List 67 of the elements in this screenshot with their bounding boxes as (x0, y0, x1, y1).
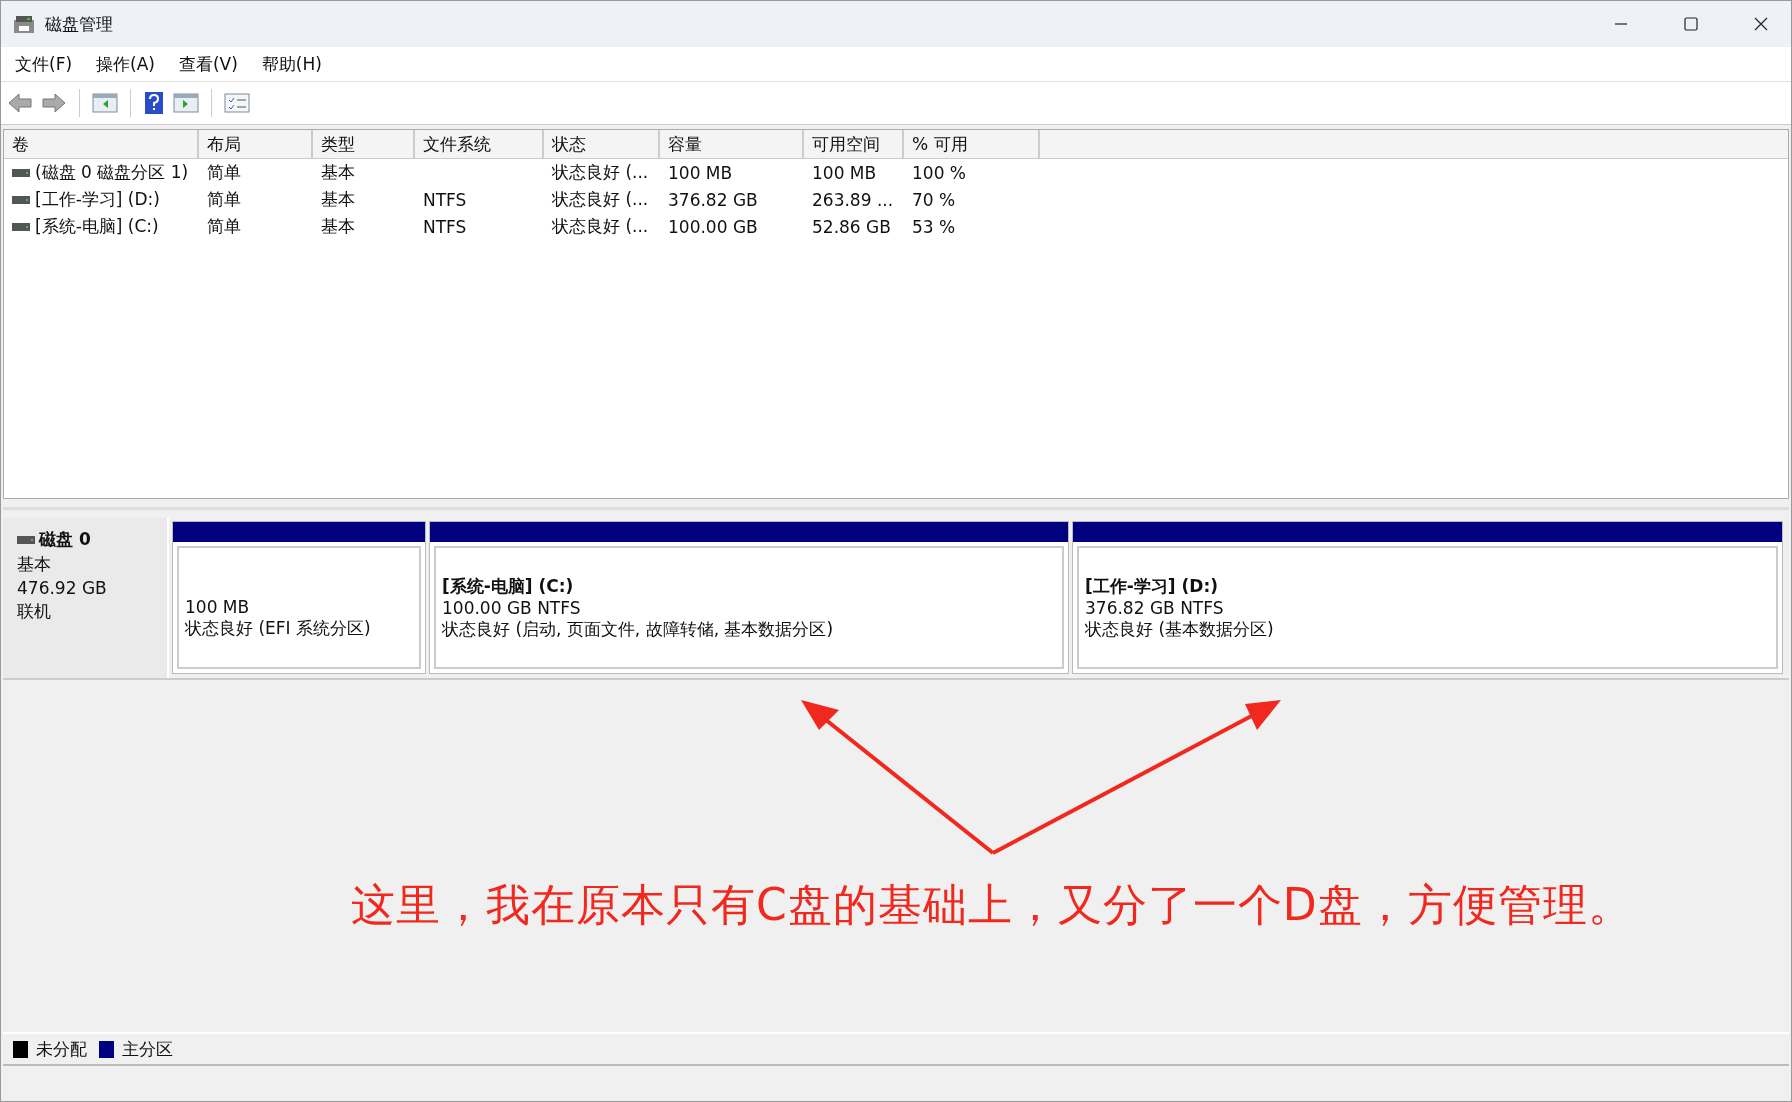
partition-status: 状态良好 (启动, 页面文件, 故障转储, 基本数据分区) (442, 617, 835, 641)
partition-size: 100.00 GB NTFS (442, 597, 582, 618)
table-cell: [工作-学习] (D:) (35, 188, 160, 211)
table-cell: 263.89 ... (812, 189, 894, 210)
table-cell: (磁盘 0 磁盘分区 1) (35, 161, 189, 184)
table-cell: 53 % (912, 216, 956, 237)
partition-block[interactable]: [工作-学习] (D:) 376.82 GB NTFS 状态良好 (基本数据分区) (1072, 521, 1783, 674)
close-icon[interactable] (1753, 16, 1769, 32)
column-header[interactable]: 文件系统 (415, 130, 544, 158)
column-header[interactable]: 布局 (199, 130, 313, 158)
back-arrow-icon[interactable] (7, 92, 33, 114)
table-cell: [系统-电脑] (C:) (35, 215, 159, 238)
table-cell: 基本 (321, 216, 355, 236)
drive-icon (12, 195, 30, 204)
menu-item[interactable]: 帮助(H) (261, 52, 322, 76)
drive-icon (17, 535, 35, 544)
legend-label: 主分区 (122, 1037, 173, 1061)
table-cell: 70 % (912, 189, 956, 210)
disk-status: 联机 (17, 600, 52, 623)
column-header[interactable]: 可用空间 (804, 130, 904, 158)
legend-label: 未分配 (36, 1037, 87, 1061)
table-cell: 100 MB (812, 162, 877, 183)
menu-item[interactable]: 操作(A) (96, 52, 155, 76)
table-cell: 52.86 GB (812, 216, 891, 237)
disk-type: 基本 (17, 553, 52, 576)
table-cell: 状态良好 (... (552, 216, 649, 236)
partition-size: 376.82 GB NTFS (1085, 597, 1225, 618)
partition-status: 状态良好 (基本数据分区) (1085, 617, 1275, 641)
table-cell: 简单 (207, 189, 241, 209)
table-cell: 简单 (207, 216, 241, 236)
column-header[interactable]: 类型 (313, 130, 415, 158)
panel-toggle-icon[interactable] (92, 92, 118, 114)
table-cell: 状态良好 (... (552, 189, 649, 209)
menu-item[interactable]: 文件(F) (15, 52, 73, 76)
window-title: 磁盘管理 (45, 12, 113, 36)
column-header[interactable]: 卷 (4, 130, 199, 158)
column-header[interactable]: 容量 (660, 130, 804, 158)
menu-item[interactable]: 查看(V) (178, 52, 238, 76)
forward-arrow-icon[interactable] (41, 92, 67, 114)
disk-size: 476.92 GB (17, 578, 108, 598)
drive-icon (12, 168, 30, 177)
table-cell: 简单 (207, 162, 241, 182)
partition-name: [工作-学习] (D:) (1085, 574, 1219, 598)
column-header[interactable]: % 可用 (904, 130, 1040, 158)
annotation-text: 这里，我在原本只有C盘的基础上，又分了一个D盘，方便管理。 (351, 879, 1633, 930)
table-cell: 状态良好 (... (552, 162, 649, 182)
disk-name: 磁盘 0 (39, 528, 91, 551)
partition-block[interactable]: 100 MB 状态良好 (EFI 系统分区) (172, 521, 426, 674)
table-cell: 基本 (321, 162, 355, 182)
table-cell: NTFS (423, 189, 467, 210)
help-icon[interactable] (143, 91, 165, 115)
panel-toggle-icon[interactable] (173, 92, 199, 114)
maximize-icon[interactable] (1683, 16, 1699, 32)
partition-name: [系统-电脑] (C:) (442, 574, 575, 598)
partition-status: 状态良好 (EFI 系统分区) (185, 617, 372, 640)
table-cell: 基本 (321, 189, 355, 209)
table-cell: 100 % (912, 162, 966, 183)
table-cell: NTFS (423, 216, 467, 237)
table-cell: 100.00 GB (668, 216, 758, 237)
checklist-icon[interactable] (224, 92, 250, 114)
column-header[interactable]: 状态 (544, 130, 660, 158)
partition-block[interactable]: [系统-电脑] (C:) 100.00 GB NTFS 状态良好 (启动, 页面文件, 故障转储, 基本数据分区) (429, 521, 1069, 674)
drive-icon (12, 222, 30, 231)
table-cell: 376.82 GB (668, 189, 758, 210)
partition-size: 100 MB (185, 597, 251, 617)
disk-drive-icon (13, 14, 35, 34)
table-cell: 100 MB (668, 162, 733, 183)
